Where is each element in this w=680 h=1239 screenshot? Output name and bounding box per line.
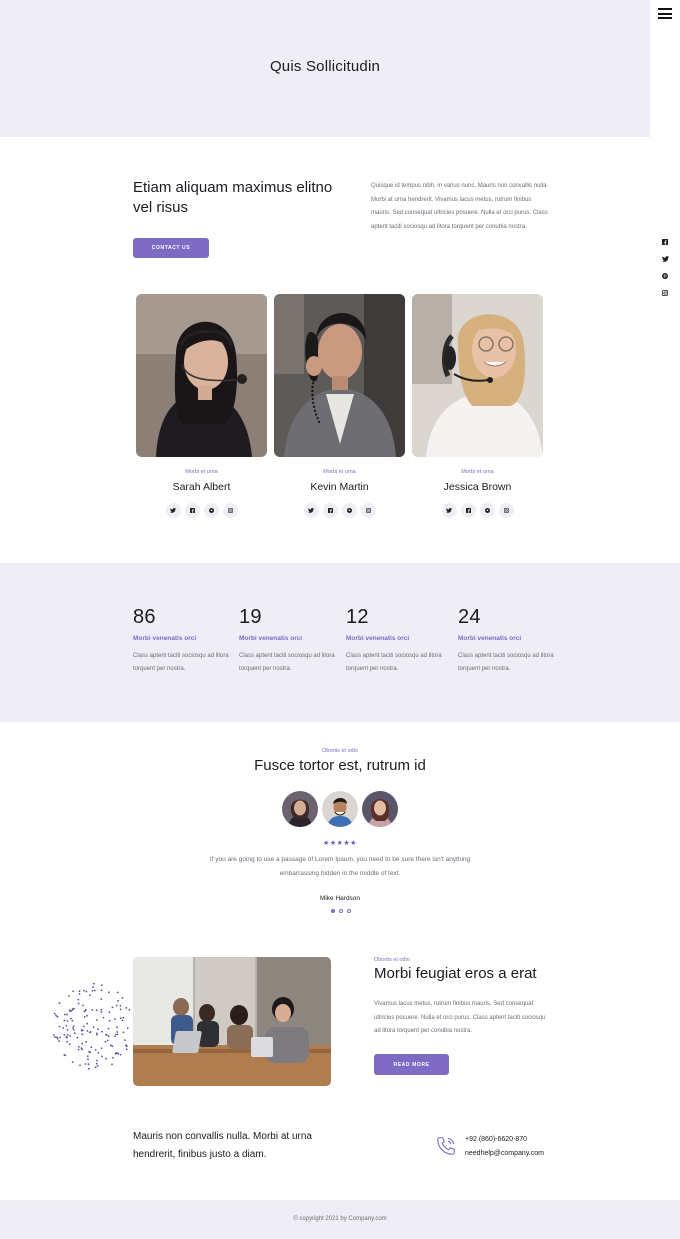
- team-name: Kevin Martin: [310, 481, 369, 493]
- stats-section: 86 Morbi venenatis orci Class aptent tac…: [0, 563, 680, 722]
- hero-banner: Quis Sollicitudin: [0, 0, 650, 137]
- instagram-icon[interactable]: [222, 503, 238, 518]
- contact-phone[interactable]: +92 (860)-6620-870: [465, 1136, 527, 1143]
- feature-title: Morbi feugiat eros a erat: [374, 965, 537, 982]
- pinterest-icon[interactable]: [203, 503, 219, 518]
- team-card: Morbi et urna Sarah Albert: [136, 294, 267, 518]
- contact-email[interactable]: needhelp@company.com: [465, 1150, 544, 1157]
- stat-value: 86: [133, 606, 156, 628]
- avatar[interactable]: [282, 791, 318, 827]
- stat-item: 19 Morbi venenatis orci Class aptent tac…: [239, 606, 339, 676]
- team-photo: [274, 294, 405, 457]
- instagram-icon[interactable]: [498, 503, 514, 518]
- stat-text: Class aptent taciti sociosqu ad litora t…: [239, 653, 335, 672]
- stat-value: 24: [458, 606, 481, 628]
- instagram-icon[interactable]: [659, 287, 671, 299]
- twitter-icon[interactable]: [441, 503, 457, 518]
- pinterest-icon[interactable]: [479, 503, 495, 518]
- intro-paragraph: Quisque id tempus nibh, in varius nunc. …: [371, 183, 549, 230]
- carousel-dots: [331, 909, 351, 913]
- team-photo: [136, 294, 267, 457]
- facebook-icon[interactable]: [460, 503, 476, 518]
- team-social-links: [274, 503, 405, 518]
- facebook-icon[interactable]: [659, 236, 671, 248]
- pinterest-icon[interactable]: [341, 503, 357, 518]
- stat-item: 86 Morbi venenatis orci Class aptent tac…: [133, 606, 233, 676]
- stat-text: Class aptent taciti sociosqu ad litora t…: [458, 653, 554, 672]
- team-social-links: [412, 503, 543, 518]
- testimonial-title: Fusce tortor est, rutrum id: [254, 757, 426, 774]
- carousel-dot[interactable]: [331, 909, 335, 913]
- team-role: Morbi et urna: [185, 469, 218, 475]
- testimonial-avatars: [282, 791, 398, 827]
- team-social-links: [136, 503, 267, 518]
- stat-value: 19: [239, 606, 262, 628]
- stat-label: Morbi venenatis orci: [346, 635, 410, 642]
- testimonial-author: Mike Hardson: [319, 895, 361, 902]
- carousel-dot[interactable]: [339, 909, 343, 913]
- instagram-icon[interactable]: [360, 503, 376, 518]
- team-name: Jessica Brown: [443, 481, 512, 493]
- read-more-button[interactable]: READ MORE: [374, 1054, 449, 1075]
- rating-stars: ★★★★★: [323, 840, 357, 847]
- stat-item: 12 Morbi venenatis orci Class aptent tac…: [346, 606, 446, 676]
- stat-text: Class aptent taciti sociosqu ad litora t…: [346, 653, 442, 672]
- stat-item: 24 Morbi venenatis orci Class aptent tac…: [458, 606, 558, 676]
- stat-label: Morbi venenatis orci: [239, 635, 303, 642]
- avatar[interactable]: [322, 791, 358, 827]
- contact-us-button[interactable]: CONTACT US: [133, 238, 209, 258]
- pinterest-icon[interactable]: [659, 270, 671, 282]
- twitter-icon[interactable]: [659, 253, 671, 265]
- page-title: Quis Sollicitudin: [269, 58, 381, 75]
- team-card: Morbi et urna Jessica Brown: [412, 294, 543, 518]
- avatar[interactable]: [362, 791, 398, 827]
- stat-value: 12: [346, 606, 369, 628]
- testimonial-quote: If you are going to use a passage of Lor…: [209, 856, 471, 877]
- hamburger-menu-icon[interactable]: [658, 8, 672, 20]
- cta-text: Mauris non convallis nulla. Morbi at urn…: [133, 1131, 312, 1160]
- facebook-icon[interactable]: [322, 503, 338, 518]
- team-photo: [412, 294, 543, 457]
- feature-paragraph: Vivamus lacus metus, rutrum finibus maur…: [374, 1001, 546, 1034]
- phone-icon: [435, 1135, 457, 1157]
- dot-pattern-decoration: [53, 982, 131, 1070]
- feature-eyebrow: Obortis et odio: [374, 957, 410, 963]
- twitter-icon[interactable]: [303, 503, 319, 518]
- intro-heading: Etiam aliquam maximus elitno vel risus: [133, 179, 333, 216]
- testimonial-eyebrow: Obortis et odio: [322, 748, 358, 754]
- feature-photo: [133, 957, 331, 1086]
- footer-copyright: © copyright 2021 by Company.com: [293, 1216, 387, 1222]
- twitter-icon[interactable]: [165, 503, 181, 518]
- team-role: Morbi et urna: [323, 469, 356, 475]
- stat-label: Morbi venenatis orci: [133, 635, 197, 642]
- stat-text: Class aptent taciti sociosqu ad litora t…: [133, 653, 229, 672]
- facebook-icon[interactable]: [184, 503, 200, 518]
- side-social-bar: [659, 236, 671, 304]
- carousel-dot[interactable]: [347, 909, 351, 913]
- team-role: Morbi et urna: [461, 469, 494, 475]
- stat-label: Morbi venenatis orci: [458, 635, 522, 642]
- footer: © copyright 2021 by Company.com: [0, 1200, 680, 1239]
- team-name: Sarah Albert: [172, 481, 231, 493]
- team-card: Morbi et urna Kevin Martin: [274, 294, 405, 518]
